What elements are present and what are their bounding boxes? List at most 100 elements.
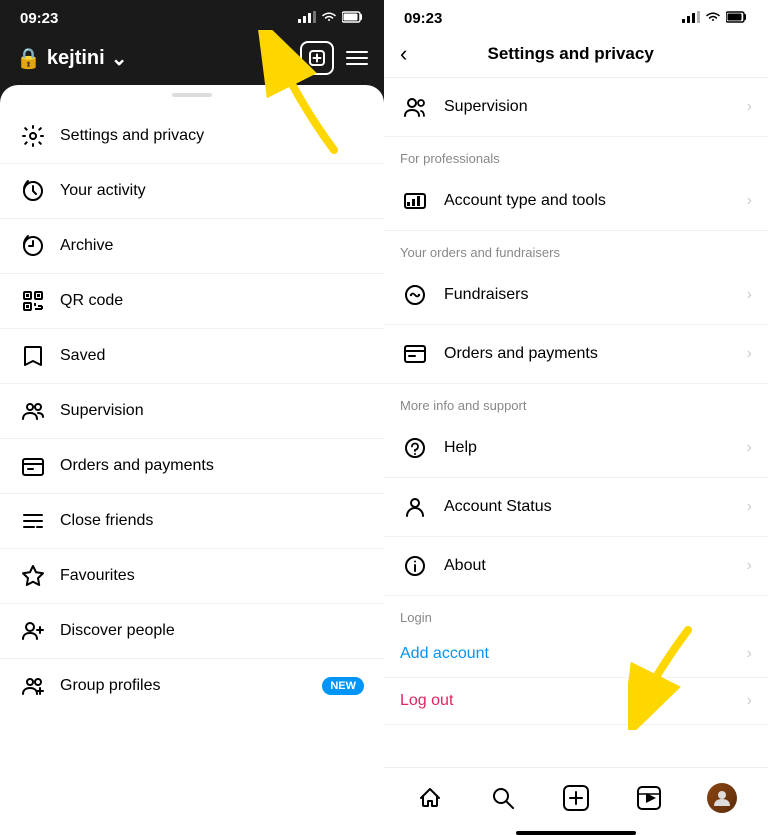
- orders-icon: [20, 453, 46, 479]
- reels-button[interactable]: [627, 776, 671, 820]
- section-for-professionals: For professionals: [384, 137, 768, 172]
- right-wifi-icon: [705, 10, 721, 27]
- account-status-item[interactable]: Account Status ›: [384, 478, 768, 537]
- battery-icon: [342, 10, 364, 27]
- header-actions: [300, 41, 368, 75]
- account-status-chevron: ›: [747, 498, 752, 516]
- right-header: ‹ Settings and privacy: [384, 33, 768, 78]
- log-out-chevron: ›: [747, 692, 752, 710]
- bottom-nav: [384, 767, 768, 827]
- orders-payments-item[interactable]: Orders and payments ›: [384, 325, 768, 384]
- sheet-handle: [172, 93, 212, 97]
- favourites-icon: [20, 563, 46, 589]
- menu-item-favourites[interactable]: Favourites: [0, 549, 384, 604]
- orders-payments-label: Orders and payments: [444, 345, 733, 363]
- orders-payments-icon: [400, 339, 430, 369]
- help-item[interactable]: Help ›: [384, 419, 768, 478]
- right-time: 09:23: [404, 10, 442, 27]
- account-type-item[interactable]: Account type and tools ›: [384, 172, 768, 231]
- home-button[interactable]: [408, 776, 452, 820]
- about-label: About: [444, 557, 733, 575]
- log-out-item[interactable]: Log out ›: [384, 678, 768, 725]
- add-account-chevron: ›: [747, 645, 752, 663]
- hamburger-menu-button[interactable]: [346, 51, 368, 65]
- section-more-info: More info and support: [384, 384, 768, 419]
- supervision-chevron-icon: ›: [747, 98, 752, 116]
- group-icon: [20, 673, 46, 699]
- about-icon: [400, 551, 430, 581]
- profile-name[interactable]: 🔒 kejtini ⌄: [16, 46, 127, 71]
- profile-avatar: [707, 783, 737, 813]
- fundraisers-label: Fundraisers: [444, 286, 733, 304]
- menu-item-settings[interactable]: Settings and privacy: [0, 109, 384, 164]
- right-panel: 09:23 ‹ Settings and privacy Supervision…: [384, 0, 768, 835]
- home-indicator: [516, 831, 636, 835]
- help-chevron: ›: [747, 439, 752, 457]
- qr-icon: [20, 288, 46, 314]
- right-status-bar: 09:23: [384, 0, 768, 33]
- account-status-icon: [400, 492, 430, 522]
- saved-label: Saved: [60, 347, 364, 365]
- left-panel: 09:23 🔒 kejtini ⌄: [0, 0, 384, 835]
- back-button[interactable]: ‹: [400, 41, 407, 67]
- right-battery-icon: [726, 10, 748, 27]
- help-label: Help: [444, 439, 733, 457]
- discover-icon: [20, 618, 46, 644]
- menu-item-orders[interactable]: Orders and payments: [0, 439, 384, 494]
- settings-label: Settings and privacy: [60, 127, 364, 145]
- help-icon: [400, 433, 430, 463]
- add-account-label: Add account: [400, 645, 733, 663]
- orders-payments-chevron: ›: [747, 345, 752, 363]
- fundraisers-item[interactable]: Fundraisers ›: [384, 266, 768, 325]
- menu-item-discover[interactable]: Discover people: [0, 604, 384, 659]
- settings-icon: [20, 123, 46, 149]
- supervision-settings-label: Supervision: [444, 98, 733, 116]
- profile-button[interactable]: [700, 776, 744, 820]
- add-account-item[interactable]: Add account ›: [384, 631, 768, 678]
- about-chevron: ›: [747, 557, 752, 575]
- username-label: kejtini: [47, 47, 105, 70]
- left-header: 🔒 kejtini ⌄: [0, 33, 384, 85]
- close-friends-icon: [20, 508, 46, 534]
- archive-icon: [20, 233, 46, 259]
- section-login: Login: [384, 596, 768, 631]
- menu-item-archive[interactable]: Archive: [0, 219, 384, 274]
- supervision-row[interactable]: Supervision ›: [384, 78, 768, 137]
- group-label: Group profiles: [60, 677, 308, 695]
- supervision-icon: [20, 398, 46, 424]
- menu-item-saved[interactable]: Saved: [0, 329, 384, 384]
- add-post-button[interactable]: [554, 776, 598, 820]
- saved-icon: [20, 343, 46, 369]
- left-status-bar: 09:23: [0, 0, 384, 33]
- about-item[interactable]: About ›: [384, 537, 768, 596]
- orders-label: Orders and payments: [60, 457, 364, 475]
- right-content: Supervision › For professionals Account …: [384, 78, 768, 767]
- menu-item-close-friends[interactable]: Close friends: [0, 494, 384, 549]
- search-button[interactable]: [481, 776, 525, 820]
- account-type-icon: [400, 186, 430, 216]
- fundraisers-chevron: ›: [747, 286, 752, 304]
- discover-label: Discover people: [60, 622, 364, 640]
- new-post-button[interactable]: [300, 41, 334, 75]
- account-status-label: Account Status: [444, 498, 733, 516]
- menu-item-supervision[interactable]: Supervision: [0, 384, 384, 439]
- account-type-label: Account type and tools: [444, 192, 733, 210]
- archive-label: Archive: [60, 237, 364, 255]
- menu-item-activity[interactable]: Your activity: [0, 164, 384, 219]
- menu-item-group[interactable]: Group profiles NEW: [0, 659, 384, 713]
- supervision-settings-icon: [400, 92, 430, 122]
- activity-icon: [20, 178, 46, 204]
- menu-item-qr[interactable]: QR code: [0, 274, 384, 329]
- chevron-down-icon: ⌄: [111, 46, 128, 71]
- fundraisers-icon: [400, 280, 430, 310]
- left-sheet: Settings and privacy Your activity Archi…: [0, 85, 384, 835]
- supervision-label: Supervision: [60, 402, 364, 420]
- new-badge: NEW: [322, 677, 364, 695]
- right-signal-icon: [682, 10, 700, 27]
- wifi-icon: [321, 10, 337, 27]
- left-status-icons: [298, 10, 364, 27]
- account-type-chevron: ›: [747, 192, 752, 210]
- close-friends-label: Close friends: [60, 512, 364, 530]
- settings-page-title: Settings and privacy: [419, 44, 722, 64]
- favourites-label: Favourites: [60, 567, 364, 585]
